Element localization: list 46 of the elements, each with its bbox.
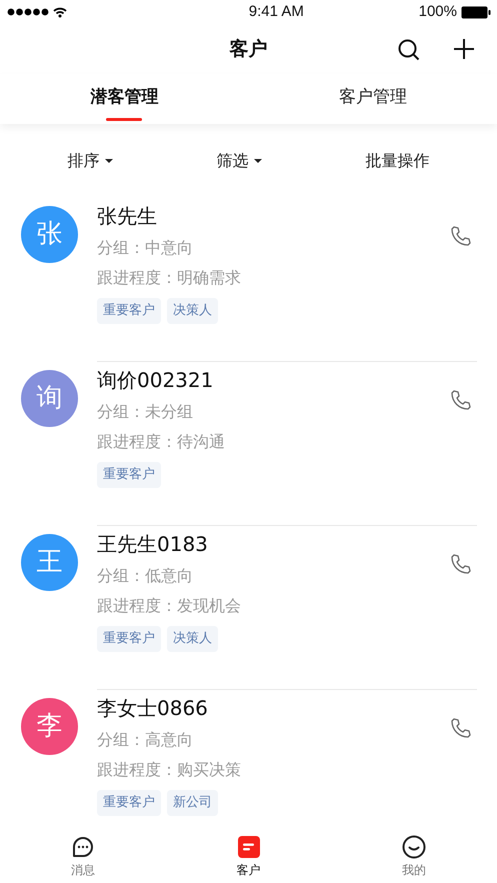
tag: 重要客户 — [97, 790, 161, 816]
tab[interactable]: 潜客管理 — [0, 74, 248, 124]
customer-name[interactable]: 王先生0183 — [97, 532, 477, 556]
chat-bubble-icon — [70, 835, 95, 859]
filter-dropdown[interactable]: 筛选 — [216, 149, 262, 173]
phone-button[interactable] — [449, 552, 473, 576]
batch-action-button[interactable]: 批量操作 — [366, 149, 430, 173]
smiley-icon — [402, 835, 426, 859]
avatar: 李 — [21, 698, 78, 755]
tag: 重要客户 — [97, 626, 161, 652]
battery-percent: 100% — [418, 2, 457, 22]
status-time: 9:41 AM — [248, 2, 304, 22]
page-title: 客户 — [230, 36, 268, 62]
progress-text: 跟进程度：发现机会 — [97, 596, 242, 616]
customer-name[interactable]: 询价002321 — [97, 368, 477, 392]
progress-text: 跟进程度：待沟通 — [97, 432, 226, 452]
bottom-tab[interactable]: 消息 — [0, 825, 166, 883]
customer-name[interactable]: 李女士0866 — [97, 696, 477, 720]
tag: 重要客户 — [97, 462, 161, 488]
avatar: 王 — [21, 534, 78, 591]
tag: 重要客户 — [97, 298, 161, 324]
phone-button[interactable] — [449, 388, 473, 412]
caret-icon — [104, 158, 114, 164]
bottom-tab[interactable]: 客户 — [166, 825, 332, 883]
progress-text: 跟进程度：购买决策 — [97, 760, 242, 780]
search-button[interactable] — [397, 38, 421, 62]
customer-name[interactable]: 张先生 — [97, 204, 477, 228]
filter-dropdown[interactable]: 排序 — [68, 149, 114, 173]
tag: 新公司 — [167, 790, 218, 816]
phone-button[interactable] — [449, 224, 473, 248]
group-text: 分组：中意向 — [97, 238, 194, 258]
list-card-icon — [236, 835, 260, 859]
progress-text: 跟进程度：明确需求 — [97, 268, 242, 288]
bottom-tab[interactable]: 我的 — [331, 825, 497, 883]
group-text: 分组：低意向 — [97, 566, 194, 586]
tag: 决策人 — [167, 626, 218, 652]
phone-button[interactable] — [449, 716, 473, 740]
tab[interactable]: 客户管理 — [248, 74, 497, 124]
avatar: 张 — [21, 206, 78, 263]
tag: 决策人 — [167, 298, 218, 324]
avatar: 询 — [21, 370, 78, 427]
battery-icon — [460, 6, 491, 18]
add-button[interactable] — [452, 37, 476, 61]
group-text: 分组：未分组 — [97, 402, 194, 422]
group-text: 分组：高意向 — [97, 730, 194, 750]
caret-icon — [252, 158, 262, 164]
